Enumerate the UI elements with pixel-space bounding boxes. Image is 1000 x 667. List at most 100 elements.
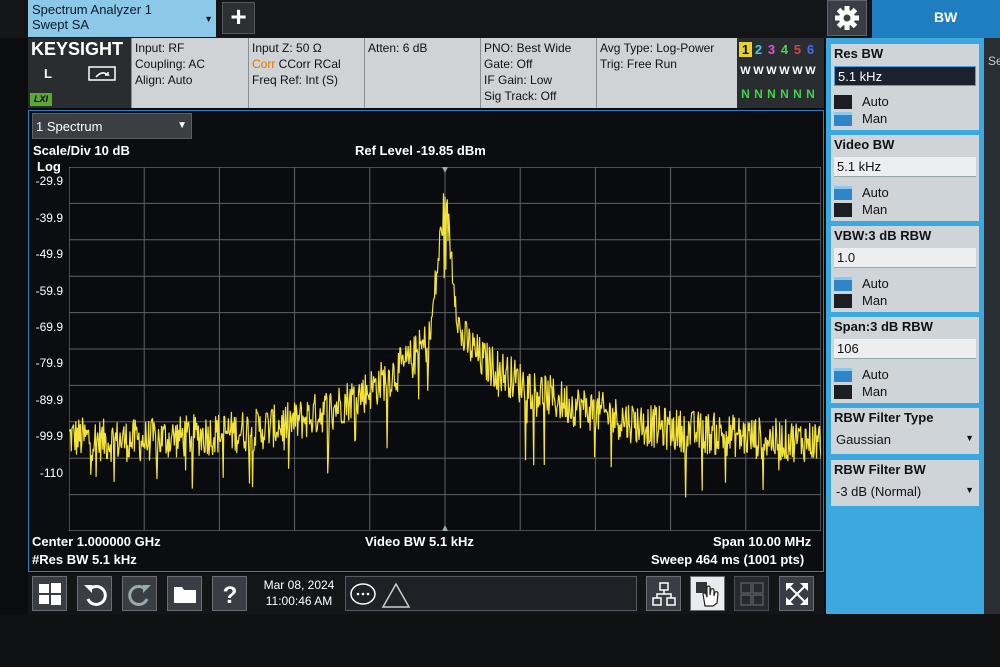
- avg-status: Avg Type: Log-Power Trig: Free Run: [596, 38, 737, 108]
- trace-type-1: W: [740, 65, 751, 77]
- trace-detectors: NNNNNN: [739, 87, 817, 101]
- add-screen-button[interactable]: +: [222, 2, 255, 34]
- filter-type-value: Gaussian: [836, 432, 891, 447]
- message-area[interactable]: [345, 576, 637, 611]
- remote-display-icon: [88, 66, 116, 81]
- span-label: Span 10.00 MHz: [713, 534, 812, 549]
- avg-type: Avg Type: Log-Power: [600, 41, 715, 55]
- chevron-down-icon: ▼: [177, 120, 187, 131]
- align: Align: Auto: [135, 73, 193, 87]
- trigger: Trig: Free Run: [600, 57, 677, 71]
- grid-view-button[interactable]: [734, 576, 769, 611]
- span-rbw-input[interactable]: 106: [834, 339, 976, 359]
- res-bw-softkey[interactable]: Res BW 5.1 kHz Auto Man: [831, 44, 979, 130]
- settings-button[interactable]: [827, 0, 867, 36]
- fullscreen-button[interactable]: [779, 576, 814, 611]
- status-header: KEYSIGHT L LXI Input: RF Coupling: AC Al…: [28, 38, 824, 108]
- res-bw-title: Res BW: [834, 46, 884, 61]
- rbw-filter-type-softkey[interactable]: RBW Filter Type Gaussian ▼: [831, 408, 979, 454]
- app-tab-title: Spectrum Analyzer 1: [32, 2, 152, 17]
- trace-number-2: 2: [754, 42, 763, 57]
- freq-ref: Freq Ref: Int (S): [252, 73, 339, 87]
- radio-box-selected: [834, 368, 852, 382]
- bw-softkey-panel: Res BW 5.1 kHz Auto Man Video BW 5.1 kHz…: [826, 38, 984, 614]
- vbw-rbw-title: VBW:3 dB RBW: [834, 228, 932, 243]
- trace-detector-2: N: [754, 87, 763, 101]
- video-bw-softkey[interactable]: Video BW 5.1 kHz Auto Man: [831, 135, 979, 221]
- radio-box: [834, 95, 852, 109]
- atten: Atten: 6 dB: [368, 41, 428, 55]
- span-rbw-softkey[interactable]: Span:3 dB RBW 106 Auto Man: [831, 317, 979, 403]
- span-rbw-title: Span:3 dB RBW: [834, 319, 933, 334]
- y-tick-label: -59.9: [35, 283, 63, 298]
- impedance-status: Input Z: 50 Ω Corr CCorr RCal Freq Ref: …: [248, 38, 364, 108]
- video-bw-input[interactable]: 5.1 kHz: [834, 157, 976, 177]
- y-tick-label: -79.9: [35, 356, 63, 371]
- trace-indicator[interactable]: 123456 WWWWWW NNNNNN: [737, 38, 824, 108]
- filter-bw-title: RBW Filter BW: [834, 462, 926, 477]
- side-tab-strip[interactable]: Se: [984, 38, 1000, 614]
- sweep-label: Sweep 464 ms (1001 pts): [651, 552, 805, 567]
- redo-icon: [128, 584, 151, 606]
- y-tick-label: -99.9: [35, 429, 63, 444]
- rbw-filter-bw-softkey[interactable]: RBW Filter BW -3 dB (Normal) ▼: [831, 460, 979, 506]
- windows-button[interactable]: [32, 576, 67, 611]
- radio-label: Man: [862, 293, 888, 308]
- vbw-rbw-input[interactable]: 1.0: [834, 248, 976, 268]
- ref-level-label: Ref Level -19.85 dBm: [355, 143, 486, 158]
- multi-window-button[interactable]: [646, 576, 681, 611]
- message-icon: [350, 582, 411, 608]
- trace-number-1: 1: [739, 42, 752, 57]
- atten-status: Atten: 6 dB: [364, 38, 480, 108]
- input-status: Input: RF Coupling: AC Align: Auto: [131, 38, 248, 108]
- coupling: Coupling: AC: [135, 57, 206, 71]
- radio-box-selected: [834, 277, 852, 291]
- trace-select-dropdown[interactable]: 1 Spectrum ▼: [32, 113, 192, 139]
- res-bw-input[interactable]: 5.1 kHz: [834, 66, 976, 86]
- local-indicator: L: [44, 66, 52, 81]
- trace-number-5: 5: [793, 42, 802, 57]
- touch-button[interactable]: [690, 576, 725, 611]
- file-button[interactable]: [167, 576, 202, 611]
- pno: PNO: Best Wide: [484, 41, 572, 55]
- y-tick-label: -39.9: [35, 210, 63, 225]
- svg-text:?: ?: [223, 582, 238, 607]
- trace-numbers: 123456: [739, 42, 817, 57]
- radio-box: [834, 385, 852, 399]
- trace-detector-4: N: [780, 87, 789, 101]
- vbw-rbw-softkey[interactable]: VBW:3 dB RBW 1.0 Auto Man: [831, 226, 979, 312]
- video-bw-title: Video BW: [834, 137, 895, 152]
- date-time-display: Mar 08, 2024 11:00:46 AM: [256, 577, 342, 609]
- softkey-tab-bw[interactable]: BW: [872, 0, 1000, 38]
- undo-icon: [84, 584, 107, 606]
- undo-button[interactable]: [77, 576, 112, 611]
- correction-status: Corr CCorr RCal: [252, 56, 364, 72]
- trace-detector-1: N: [741, 87, 750, 101]
- lxi-badge: LXI: [30, 93, 52, 106]
- radio-label: Auto: [862, 185, 889, 200]
- redo-button[interactable]: [122, 576, 157, 611]
- radio-box: [834, 203, 852, 217]
- brand-logo: KEYSIGHT: [31, 39, 124, 59]
- radio-label: Auto: [862, 276, 889, 291]
- window-layout-icon: [652, 582, 676, 606]
- date-label: Mar 08, 2024: [263, 578, 335, 592]
- spectrum-plot[interactable]: [69, 167, 821, 531]
- trace-type-4: W: [779, 65, 790, 77]
- trace-types: WWWWWW: [739, 65, 817, 77]
- radio-label: Man: [862, 384, 888, 399]
- app-tab-spectrum-analyzer[interactable]: Spectrum Analyzer 1 Swept SA ▼: [28, 0, 216, 37]
- top-bar: Spectrum Analyzer 1 Swept SA ▼ + BW: [0, 0, 1000, 38]
- touch-hand-icon: [696, 582, 719, 607]
- grid-icon: [740, 582, 764, 606]
- y-tick-label: -49.9: [35, 247, 63, 262]
- expand-icon: [786, 583, 808, 605]
- filter-bw-select[interactable]: -3 dB (Normal) ▼: [834, 482, 976, 502]
- filter-type-select[interactable]: Gaussian ▼: [834, 430, 976, 450]
- help-button[interactable]: ?: [212, 576, 247, 611]
- corr-flag: Corr: [252, 57, 276, 71]
- if-gain: IF Gain: Low: [484, 73, 553, 87]
- radio-label: Auto: [862, 367, 889, 382]
- corr-rest: CCorr RCal: [275, 57, 341, 71]
- spectrum-window[interactable]: 1 Spectrum ▼ Scale/Div 10 dB Ref Level -…: [28, 110, 824, 572]
